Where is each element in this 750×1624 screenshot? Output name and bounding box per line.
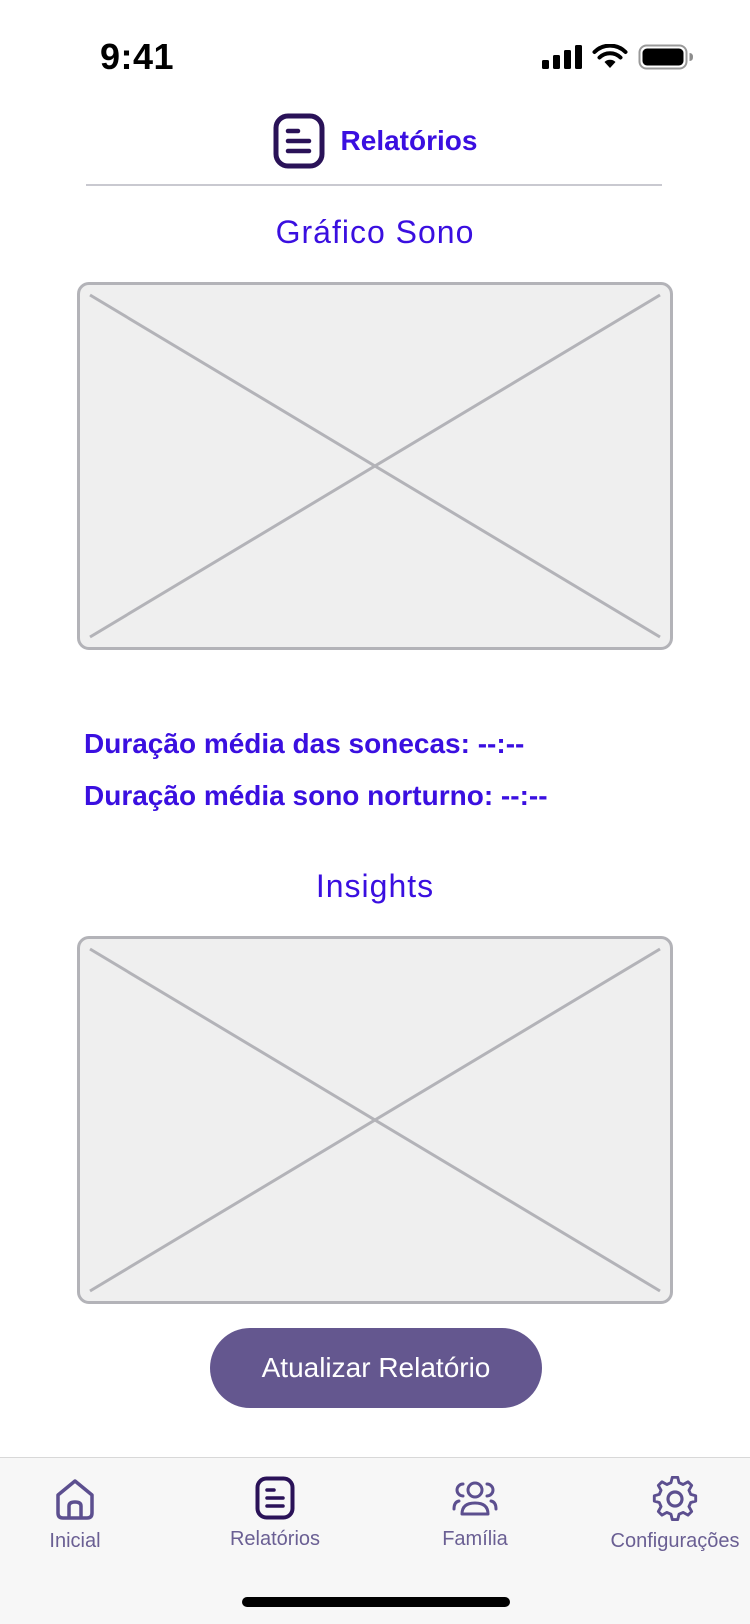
tab-relatorios[interactable]: Relatórios <box>180 1476 370 1551</box>
tab-label: Inicial <box>49 1530 101 1552</box>
tab-inicial[interactable]: Inicial <box>0 1476 170 1553</box>
home-icon <box>56 1479 94 1520</box>
sleep-chart-placeholder <box>77 282 673 650</box>
header-divider <box>86 184 662 186</box>
status-icons <box>542 44 694 70</box>
wifi-icon <box>592 44 628 68</box>
gear-icon <box>652 1476 698 1522</box>
family-icon <box>452 1481 498 1516</box>
image-placeholder-icon <box>89 947 661 1293</box>
insights-section-title: Insights <box>315 868 435 904</box>
status-bar: 9:41 <box>0 0 750 100</box>
image-placeholder-icon <box>89 293 661 639</box>
chart-section-title: Gráfico Sono <box>275 214 475 250</box>
battery-icon <box>638 44 693 70</box>
tab-label: Configurações <box>610 1530 740 1552</box>
home-indicator <box>242 1597 510 1607</box>
night-sleep-average-duration: Duração média sono norturno: --:-- <box>84 780 548 811</box>
update-report-button[interactable]: Atualizar Relatório <box>210 1328 542 1408</box>
page-header: Relatórios <box>0 110 750 172</box>
page-title: Relatórios <box>340 125 478 156</box>
tab-label: Relatórios <box>229 1528 321 1550</box>
signal-icon <box>542 45 582 69</box>
naps-average-duration: Duração média das sonecas: --:-- <box>84 728 525 759</box>
tab-label: Família <box>442 1528 508 1550</box>
tab-configuracoes[interactable]: Configurações <box>580 1476 750 1553</box>
tab-familia[interactable]: Família <box>380 1476 570 1551</box>
report-icon <box>255 1476 295 1520</box>
status-time: 9:41 <box>100 36 175 77</box>
insights-placeholder <box>77 936 673 1304</box>
report-icon <box>273 113 325 169</box>
